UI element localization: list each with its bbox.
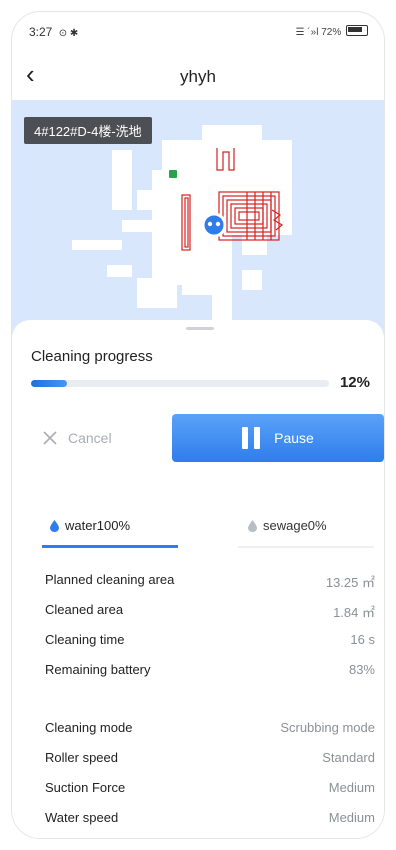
setting-row-water-speed: Water speed Medium bbox=[45, 806, 375, 830]
charger-marker bbox=[169, 170, 177, 178]
setting-row-roller-speed: Roller speed Standard bbox=[45, 746, 375, 770]
stat-value: 13.25 ㎡ bbox=[325, 575, 375, 590]
tab-sewage-text: sewage0% bbox=[263, 518, 327, 533]
progress-percent: 12% bbox=[339, 374, 370, 391]
tab-water-indicator bbox=[42, 545, 178, 548]
location-tag: 4#122#D-4楼-洗地 bbox=[24, 117, 152, 144]
stat-row-cleaned-area: Cleaned area 1.84 ㎡ bbox=[45, 598, 375, 622]
setting-label: Water speed bbox=[45, 810, 119, 825]
page-title: yhyh bbox=[180, 67, 216, 86]
setting-label: Suction Force bbox=[45, 780, 126, 795]
sheet-handle[interactable] bbox=[186, 327, 214, 330]
progress-bar bbox=[31, 380, 329, 387]
sewage-drop-icon bbox=[248, 520, 257, 532]
setting-value: Medium bbox=[328, 810, 375, 825]
setting-value: Medium bbox=[328, 780, 375, 795]
status-time: 3:27 ⊙ ✱ bbox=[29, 25, 78, 39]
status-left-icons: ⊙ ✱ bbox=[58, 28, 79, 39]
setting-value: Standard bbox=[322, 750, 375, 765]
pause-button[interactable]: Pause bbox=[172, 414, 384, 462]
tab-sewage[interactable]: sewage0% bbox=[238, 506, 374, 548]
phone-screen: 3:27 ⊙ ✱ ☰ ´»l 72% ‹ yhyh 4#122#D-4楼-洗地 … bbox=[12, 12, 384, 838]
stat-label: Cleaning time bbox=[45, 632, 125, 647]
tab-sewage-indicator bbox=[238, 546, 374, 548]
stat-row-battery: Remaining battery 83% bbox=[45, 658, 375, 682]
setting-label: Cleaning mode bbox=[45, 720, 133, 735]
stat-label: Planned cleaning area bbox=[45, 572, 175, 587]
water-drop-icon bbox=[50, 520, 59, 532]
status-time-text: 3:27 bbox=[29, 25, 53, 39]
tab-water[interactable]: water100% bbox=[42, 506, 178, 548]
tab-sewage-label: sewage0% bbox=[248, 518, 327, 533]
progress-fill bbox=[31, 380, 67, 387]
signal-icon: ☰ ´»l bbox=[295, 27, 319, 38]
status-bar: 3:27 ⊙ ✱ ☰ ´»l 72% bbox=[12, 12, 384, 52]
stat-value: 16 s bbox=[350, 632, 375, 647]
cancel-label: Cancel bbox=[68, 430, 112, 446]
stat-row-cleaning-time: Cleaning time 16 s bbox=[45, 628, 375, 652]
close-icon bbox=[43, 431, 57, 445]
nav-bar: ‹ yhyh bbox=[12, 52, 384, 100]
progress-label: Cleaning progress bbox=[31, 348, 153, 365]
pause-icon bbox=[242, 427, 261, 449]
pause-label: Pause bbox=[274, 430, 314, 446]
stat-value: 83% bbox=[348, 662, 375, 677]
battery-icon bbox=[346, 25, 368, 36]
tab-water-text: water100% bbox=[65, 518, 131, 533]
stat-label: Cleaned area bbox=[45, 602, 124, 617]
battery-percent: 72% bbox=[321, 27, 342, 38]
stat-row-planned-area: Planned cleaning area 13.25 ㎡ bbox=[45, 568, 375, 592]
setting-row-cleaning-mode: Cleaning mode Scrubbing mode bbox=[45, 716, 375, 740]
cancel-button[interactable]: Cancel bbox=[42, 415, 162, 461]
status-right: ☰ ´»l 72% bbox=[296, 25, 368, 38]
stat-value: 1.84 ㎡ bbox=[333, 605, 375, 620]
setting-label: Roller speed bbox=[45, 750, 118, 765]
setting-row-suction-force: Suction Force Medium bbox=[45, 776, 375, 800]
cleaning-map[interactable]: 4#122#D-4楼-洗地 bbox=[12, 100, 384, 350]
tab-water-label: water100% bbox=[50, 518, 130, 533]
robot-marker bbox=[201, 212, 227, 238]
setting-value: Scrubbing mode bbox=[280, 720, 375, 735]
stat-label: Remaining battery bbox=[45, 662, 151, 677]
control-sheet: Cleaning progress 12% Cancel Pause water… bbox=[12, 320, 384, 838]
